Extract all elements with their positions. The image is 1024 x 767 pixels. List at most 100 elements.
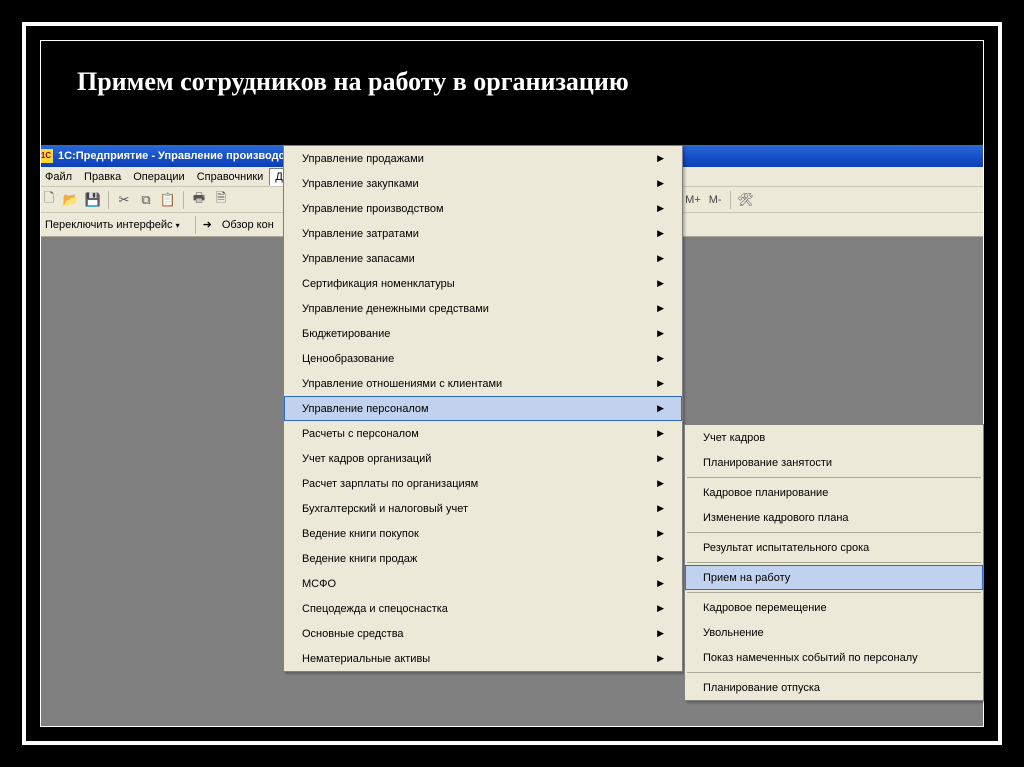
menu-item-label: МСФО	[302, 578, 336, 590]
menu-item-label: Бюджетирование	[302, 328, 390, 340]
docs-menu-item[interactable]: Управление персоналом ▶	[284, 396, 682, 421]
menu-reference[interactable]: Справочники	[191, 168, 270, 186]
submenu-item[interactable]: Планирование занятости	[685, 450, 983, 475]
submenu-arrow-icon: ▶	[657, 228, 664, 239]
overview-button[interactable]: Обзор кон	[216, 217, 280, 233]
preview-icon[interactable]: 🗎	[211, 190, 231, 210]
personnel-submenu: Учет кадров Планирование занятости Кадрово…	[684, 424, 984, 701]
app-icon: 1C	[40, 149, 53, 163]
menu-separator	[687, 477, 981, 478]
menu-item-label: Прием на работу	[703, 572, 790, 584]
menu-item-label: Расчеты с персоналом	[302, 428, 419, 440]
submenu-item[interactable]: Показ намеченных событий по персоналу	[685, 645, 983, 670]
mplus-label[interactable]: M+	[682, 194, 704, 206]
submenu-item[interactable]: Кадровое перемещение	[685, 595, 983, 620]
menu-item-label: Спецодежда и спецоснастка	[302, 603, 448, 615]
submenu-item[interactable]: Планирование отпуска	[685, 675, 983, 700]
separator	[195, 216, 196, 234]
separator	[108, 191, 109, 209]
chevron-down-icon: ▾	[176, 221, 186, 230]
submenu-arrow-icon: ▶	[657, 353, 664, 364]
menu-item-label: Управление производством	[302, 203, 444, 215]
docs-menu-item[interactable]: Расчет зарплаты по организациям▶	[284, 471, 682, 496]
docs-menu-item[interactable]: Управление закупками▶	[284, 171, 682, 196]
menu-item-label: Планирование отпуска	[703, 682, 820, 694]
docs-menu-item[interactable]: Бюджетирование ▶	[284, 321, 682, 346]
docs-menu-item[interactable]: Сертификация номенклатуры▶	[284, 271, 682, 296]
submenu-item[interactable]: Изменение кадрового плана	[685, 505, 983, 530]
submenu-item[interactable]: Кадровое планирование	[685, 480, 983, 505]
save-icon[interactable]: 💾	[83, 190, 103, 210]
paste-icon[interactable]: 📋	[158, 190, 178, 210]
submenu-item[interactable]: Увольнение	[685, 620, 983, 645]
menu-item-label: Кадровое перемещение	[703, 602, 827, 614]
submenu-arrow-icon: ▶	[657, 428, 664, 439]
docs-menu-item[interactable]: Ведение книги покупок ▶	[284, 521, 682, 546]
menu-operations[interactable]: Операции	[127, 168, 190, 186]
submenu-item[interactable]: Учет кадров	[685, 425, 983, 450]
documents-menu: Управление продажами ▶ Управление закупкам…	[283, 145, 683, 672]
menu-item-label: Управление персоналом	[302, 403, 429, 415]
submenu-arrow-icon: ▶	[657, 628, 664, 639]
menu-item-label: Ведение книги покупок	[302, 528, 419, 540]
cut-icon[interactable]: ✂	[114, 190, 134, 210]
menu-edit[interactable]: Правка	[78, 168, 127, 186]
submenu-arrow-icon: ▶	[657, 378, 664, 389]
menu-separator	[687, 532, 981, 533]
submenu-arrow-icon: ▶	[657, 203, 664, 214]
tools-icon[interactable]: 🛠	[736, 190, 756, 210]
print-icon[interactable]: 🖶	[189, 190, 209, 210]
docs-menu-item[interactable]: Управление затратами▶	[284, 221, 682, 246]
submenu-arrow-icon: ▶	[657, 453, 664, 464]
submenu-arrow-icon: ▶	[657, 553, 664, 564]
docs-menu-item[interactable]: Управление отношениями с клиентами▶	[284, 371, 682, 396]
docs-menu-item[interactable]: Управление денежными средствами▶	[284, 296, 682, 321]
menu-item-label: Изменение кадрового плана	[703, 512, 849, 524]
menu-file[interactable]: Файл	[40, 168, 78, 186]
open-icon[interactable]: 📂	[61, 190, 81, 210]
menu-item-label: Расчет зарплаты по организациям	[302, 478, 478, 490]
menu-item-label: Учет кадров	[703, 432, 765, 444]
submenu-arrow-icon: ▶	[657, 328, 664, 339]
menu-item-label: Управление запасами	[302, 253, 415, 265]
overview-icon[interactable]: ➜	[199, 218, 216, 231]
docs-menu-item[interactable]: Основные средства ▶	[284, 621, 682, 646]
menu-item-label: Управление закупками	[302, 178, 419, 190]
submenu-arrow-icon: ▶	[657, 403, 664, 414]
docs-menu-item[interactable]: Бухгалтерский и налоговый учет▶	[284, 496, 682, 521]
docs-menu-item[interactable]: Ценообразование▶	[284, 346, 682, 371]
docs-menu-item[interactable]: Учет кадров организаций▶	[284, 446, 682, 471]
slide-title: Примем сотрудников на работу в организац…	[41, 41, 983, 121]
docs-menu-item[interactable]: Спецодежда и спецоснастка▶	[284, 596, 682, 621]
menu-item-label: Показ намеченных событий по персоналу	[703, 652, 918, 664]
docs-menu-item[interactable]: Управление запасами▶	[284, 246, 682, 271]
separator	[183, 191, 184, 209]
submenu-arrow-icon: ▶	[657, 303, 664, 314]
copy-icon[interactable]: ⧉	[136, 190, 156, 210]
docs-menu-item[interactable]: Управление продажами ▶	[284, 146, 682, 171]
switch-interface-label: Переключить интерфейс	[45, 219, 173, 231]
menu-item-label: Увольнение	[703, 627, 764, 639]
menu-separator	[687, 562, 981, 563]
menu-item-label: Кадровое планирование	[703, 487, 828, 499]
submenu-arrow-icon: ▶	[657, 528, 664, 539]
menu-item-label: Управление продажами	[302, 153, 424, 165]
menu-item-label: Результат испытательного срока	[703, 542, 869, 554]
docs-menu-item[interactable]: Управление производством ▶	[284, 196, 682, 221]
menu-item-label: Основные средства	[302, 628, 404, 640]
docs-menu-item[interactable]: МСФО▶	[284, 571, 682, 596]
docs-menu-item[interactable]: Расчеты с персоналом ▶	[284, 421, 682, 446]
menu-separator	[687, 592, 981, 593]
submenu-arrow-icon: ▶	[657, 503, 664, 514]
menu-item-label: Ведение книги продаж	[302, 553, 417, 565]
menu-item-label: Планирование занятости	[703, 457, 832, 469]
docs-menu-item[interactable]: Нематериальные активы▶	[284, 646, 682, 671]
submenu-arrow-icon: ▶	[657, 153, 664, 164]
submenu-item[interactable]: Результат испытательного срока	[685, 535, 983, 560]
mminus-label[interactable]: M-	[706, 194, 725, 206]
new-icon[interactable]: 🗋	[40, 190, 59, 210]
switch-interface-button[interactable]: Переключить интерфейс ▾	[40, 217, 192, 233]
docs-menu-item[interactable]: Ведение книги продаж ▶	[284, 546, 682, 571]
submenu-arrow-icon: ▶	[657, 653, 664, 664]
submenu-item[interactable]: Прием на работу	[685, 565, 983, 590]
